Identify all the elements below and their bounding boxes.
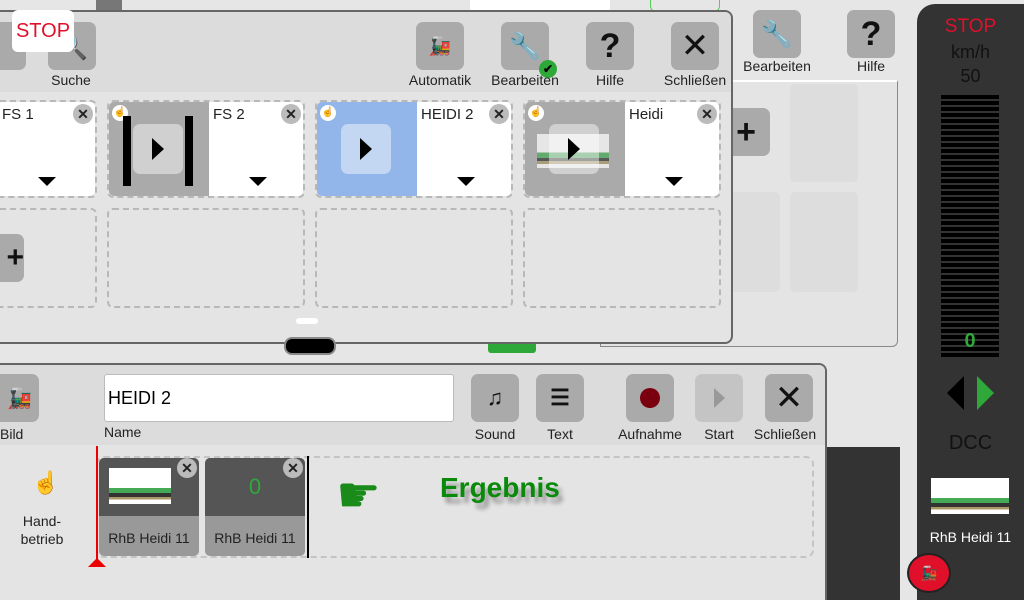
step-label: RhB Heidi 11 [108,530,190,546]
step-label: RhB Heidi 11 [214,530,296,546]
result-label: Ergebnis [440,472,560,503]
dropdown-icon[interactable] [249,177,267,186]
edit-button[interactable]: 🔧 ✔ [501,22,557,78]
loco-select-button[interactable]: 🚂 [907,553,951,593]
wrench-icon: 🔧 [508,30,542,61]
timeline-playhead[interactable] [96,446,98,564]
dropdown-icon[interactable] [665,177,683,186]
text-button[interactable]: ☰ [536,374,584,422]
record-icon [640,388,660,408]
editor-close-button[interactable]: ✕ [765,374,813,422]
step-speed: 0 [248,474,262,499]
play-icon [713,388,725,408]
empty-slot[interactable] [523,208,721,308]
start-button[interactable] [695,374,743,422]
close-icon: ✕ [680,27,710,65]
hand-icon: ☝ [320,105,336,121]
automatic-button[interactable]: 🚂 [416,22,464,70]
route-tile-fs1[interactable]: FS 1 ✕ [0,100,97,198]
remove-icon[interactable]: ✕ [281,104,301,124]
insert-cursor [307,456,309,558]
bg-slot [790,84,858,182]
sound-button[interactable]: ♫ [471,374,519,422]
help-button[interactable]: ? [586,22,634,70]
step-card[interactable]: ✕ RhB Heidi 11 [99,458,199,556]
help-label: Hilfe [595,72,624,88]
drag-handle[interactable] [284,337,336,355]
pointing-hand-icon: ☚ [336,467,381,523]
tile-name: Heidi [629,106,664,123]
play-icon[interactable] [133,124,183,174]
editor-close-label: Schließen [753,426,817,442]
tile-name: FS 1 [2,106,34,123]
route-tile-heidi2[interactable]: ☝ HEIDI 2 ✕ [315,100,513,198]
locomotive-image [109,468,171,504]
bg-edit-button[interactable]: 🔧 [753,10,801,58]
top-stub [96,0,122,10]
dark-area [820,447,900,600]
play-icon[interactable] [549,124,599,174]
text-label: Text [547,426,573,442]
step-card[interactable]: 0 ✕ RhB Heidi 11 [205,458,305,556]
bg-slot [790,192,858,292]
image-label: Bild [0,426,24,442]
close-label: Schließen [663,72,727,88]
route-tile-heidi[interactable]: ☝ Heidi ✕ [523,100,721,198]
bg-slot [730,192,780,292]
direction-forward-icon[interactable] [977,376,994,410]
direction-reverse-icon[interactable] [947,376,964,410]
close-button[interactable]: ✕ [671,22,719,70]
dropdown-icon[interactable] [38,177,56,186]
locomotive-image [931,478,1009,514]
playhead-triangle[interactable] [88,558,106,567]
remove-icon[interactable]: ✕ [177,458,197,478]
speed-unit: km/h [950,42,990,62]
automatic-label: Automatik [408,72,472,88]
top-field [470,0,610,10]
loco-name: RhB Heidi 11 [929,529,1012,545]
speed-slider[interactable] [941,95,999,358]
bg-edit-label: Bearbeiten [743,58,811,74]
remove-icon[interactable]: ✕ [489,104,509,124]
locomotive-plus-icon: 🚂 [428,35,452,56]
empty-slot[interactable] [107,208,305,308]
search-label: Suche [51,72,91,88]
route-tile-fs2[interactable]: ☝ FS 2 ✕ [107,100,305,198]
edit-label: Bearbeiten [491,72,559,88]
empty-slot[interactable] [315,208,513,308]
remove-icon[interactable]: ✕ [697,104,717,124]
stop-label[interactable]: STOP [917,16,1024,38]
remove-icon[interactable]: ✕ [73,104,93,124]
hand-mode-icon: ☝ [32,470,60,495]
hand-icon: ☝ [528,105,544,121]
text-plus-icon: ☰ [550,385,570,410]
mode-label: Hand-betrieb [20,513,64,547]
tile-name: FS 2 [213,106,245,123]
name-input[interactable] [104,374,454,422]
music-plus-icon: ♫ [486,385,504,410]
locomotive-icon: 🚂 [7,387,32,410]
current-speed: 0 [964,330,976,352]
remove-icon[interactable]: ✕ [283,458,303,478]
name-label: Name [104,424,142,440]
image-button[interactable]: 🚂 [0,374,39,422]
play-icon[interactable] [341,124,391,174]
bg-help-label: Hilfe [856,58,885,74]
add-route-button[interactable]: + [0,234,24,282]
close-icon: ✕ [774,379,804,417]
locomotive-icon: 🚂 [920,565,938,581]
bg-help-button[interactable]: ? [847,10,895,58]
question-icon: ? [599,26,621,65]
page-indicator[interactable] [296,318,318,324]
record-button[interactable] [626,374,674,422]
dropdown-icon[interactable] [457,177,475,186]
tile-name: HEIDI 2 [421,106,474,123]
max-speed: 50 [960,66,981,86]
protocol-label: DCC [948,432,993,454]
stop-badge[interactable]: STOP [12,10,74,52]
